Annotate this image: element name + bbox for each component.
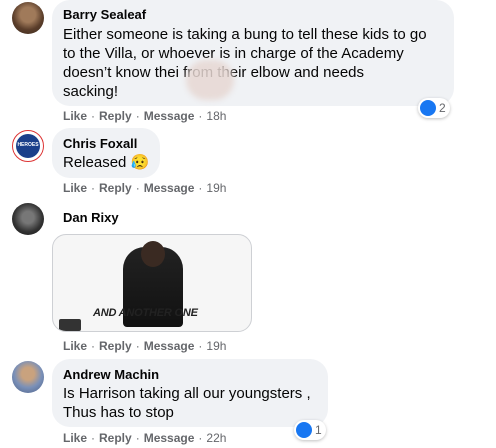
avatar[interactable]: HEROES	[12, 130, 44, 162]
comment-author[interactable]: Chris Foxall	[63, 136, 137, 151]
avatar[interactable]	[12, 203, 44, 235]
reaction-count: 1	[315, 423, 322, 437]
avatar[interactable]	[12, 361, 44, 393]
comment-text: Is Harrison taking all our youngsters , …	[63, 385, 311, 421]
like-link[interactable]: Like	[63, 339, 87, 353]
reply-link[interactable]: Reply	[99, 109, 132, 123]
comment-author[interactable]: Barry Sealeaf	[63, 7, 146, 22]
message-link[interactable]: Message	[144, 109, 195, 123]
comment-actions: Like · Reply · Message · 19h	[63, 339, 227, 353]
like-icon	[296, 422, 312, 438]
reaction-summary[interactable]: 1	[294, 420, 326, 440]
comment-actions: Like · Reply · Message · 22h	[63, 431, 227, 445]
message-link[interactable]: Message	[144, 431, 195, 445]
comment-author[interactable]: Andrew Machin	[63, 367, 159, 382]
gif-play-icon[interactable]	[59, 319, 81, 331]
comment-actions: Like · Reply · Message · 18h	[63, 109, 227, 123]
like-link[interactable]: Like	[63, 181, 87, 195]
comment-time[interactable]: 19h	[206, 339, 226, 353]
reply-link[interactable]: Reply	[99, 181, 132, 195]
message-link[interactable]: Message	[144, 181, 195, 195]
avatar-text: HEROES	[17, 142, 39, 148]
reaction-count: 2	[439, 101, 446, 115]
comment-text: Released 😥	[63, 154, 150, 171]
redaction-blur	[186, 60, 234, 100]
avatar[interactable]	[12, 2, 44, 34]
reaction-summary[interactable]: 2	[418, 98, 450, 118]
comment-time[interactable]: 19h	[206, 181, 226, 195]
like-link[interactable]: Like	[63, 109, 87, 123]
message-link[interactable]: Message	[144, 339, 195, 353]
comment-time[interactable]: 18h	[206, 109, 226, 123]
gif-caption: AND ANOTHER ONE	[93, 307, 198, 319]
comment-time[interactable]: 22h	[206, 431, 226, 445]
like-icon	[420, 100, 436, 116]
gif-attachment[interactable]: AND ANOTHER ONE	[52, 234, 252, 332]
comment-text: Either someone is taking a bung to tell …	[63, 26, 427, 100]
gif-head	[141, 241, 165, 267]
comment-author[interactable]: Dan Rixy	[63, 210, 119, 225]
reply-link[interactable]: Reply	[99, 431, 132, 445]
comment-actions: Like · Reply · Message · 19h	[63, 181, 227, 195]
like-link[interactable]: Like	[63, 431, 87, 445]
reply-link[interactable]: Reply	[99, 339, 132, 353]
